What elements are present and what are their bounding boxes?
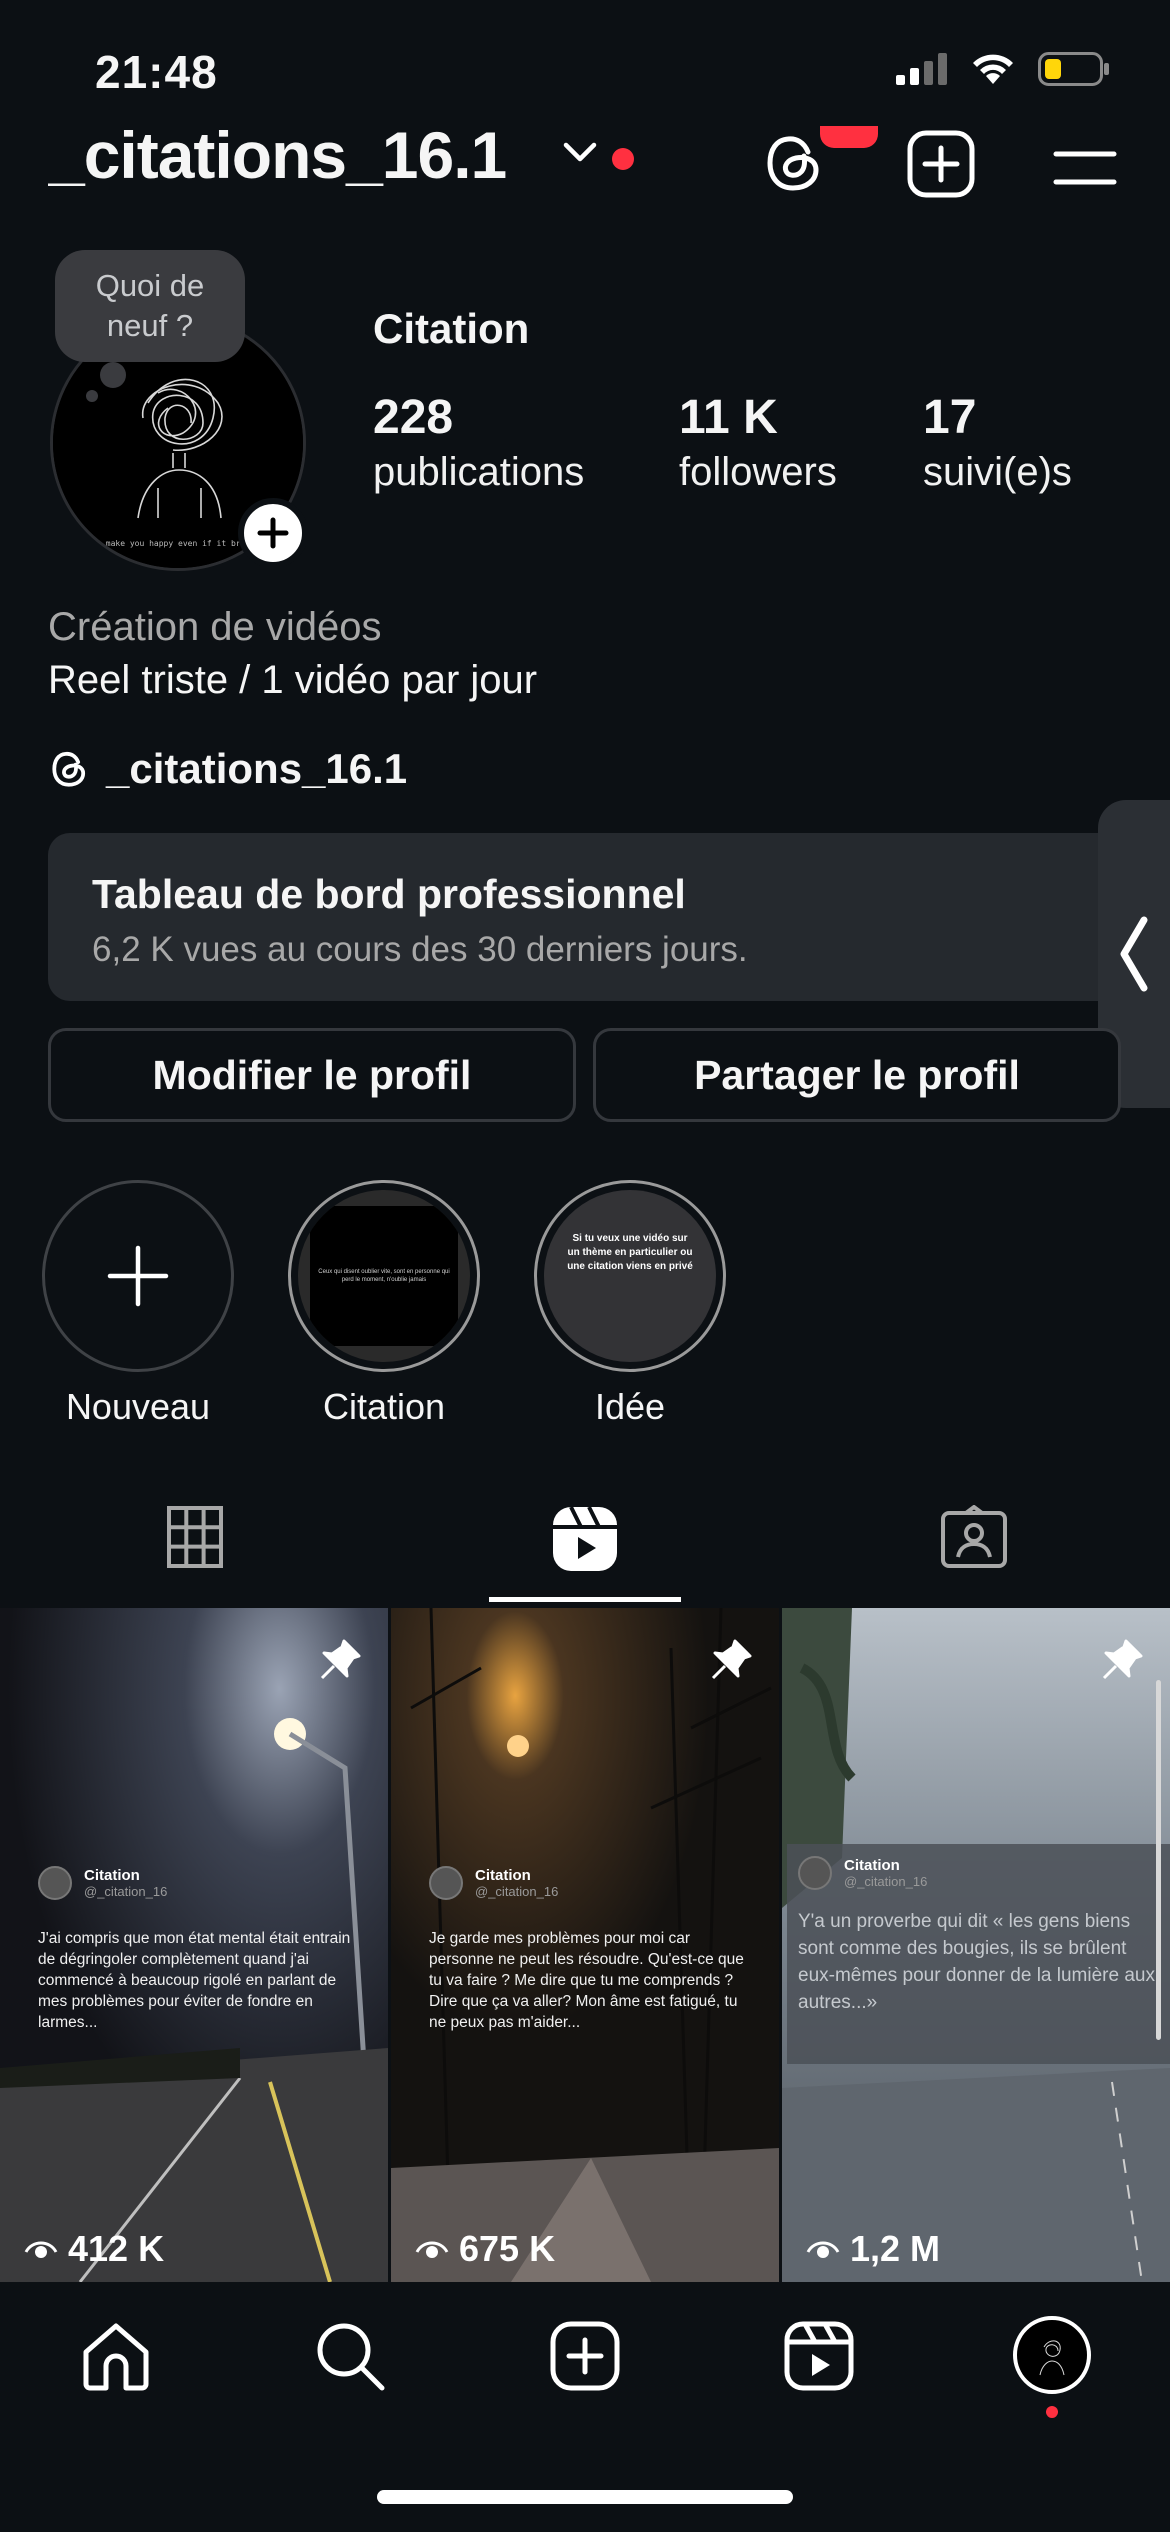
note-bubble-tail [100, 362, 126, 388]
threads-icon [52, 751, 86, 787]
quote-avatar [429, 1866, 463, 1900]
menu-icon[interactable] [1052, 150, 1118, 186]
threads-handle: _citations_16.1 [106, 745, 408, 792]
view-count: 675 K [415, 2228, 555, 2270]
quote-text: Y'a un proverbe qui dit « les gens biens… [798, 1911, 1155, 2013]
quote-author-handle: @_citation_16 [84, 1884, 168, 1899]
quote-avatar [38, 1866, 72, 1900]
dashboard-title: Tableau de bord professionnel [92, 871, 686, 917]
highlight-cover-text: Ceux qui disent oublier vite, sont en pe… [318, 1269, 450, 1283]
quote-card: Citation @_citation_16 J'ai compris que … [38, 1866, 358, 2033]
edit-profile-button[interactable]: Modifier le profil [48, 1028, 576, 1122]
quote-author-name: Citation [84, 1867, 140, 1884]
note-bubble[interactable]: Quoi de neuf ? [55, 250, 245, 362]
add-story-button[interactable] [238, 498, 308, 568]
battery-icon [1038, 52, 1109, 86]
view-count: 1,2 M [806, 2228, 940, 2270]
status-time: 21:48 [95, 46, 218, 98]
highlight-label: Idée [594, 1386, 666, 1427]
profile-bio: Reel triste / 1 vidéo par jour [48, 658, 538, 702]
quote-text: J'ai compris que mon état mental était e… [38, 1930, 351, 2031]
quote-card: Citation @_citation_16 Y'a un proverbe q… [798, 1856, 1164, 2016]
dashboard-subtitle: 6,2 K vues au cours des 30 derniers jour… [92, 930, 748, 969]
profile-username[interactable]: _citations_16.1 [48, 118, 506, 196]
add-icon[interactable] [905, 128, 977, 200]
home-icon[interactable] [80, 2320, 152, 2392]
tagged-icon[interactable] [940, 1505, 1008, 1569]
reels-tab-icon[interactable] [551, 1505, 619, 1573]
plus-icon [257, 517, 289, 549]
followers-stat[interactable]: 11 K followers [679, 390, 837, 498]
quote-author-name: Citation [475, 1867, 531, 1884]
following-count: 17 [923, 391, 977, 444]
quote-card: Citation @_citation_16 Je garde mes prob… [429, 1866, 749, 2033]
highlight-label: Nouveau [65, 1386, 211, 1427]
reels-icon[interactable] [783, 2320, 855, 2392]
home-indicator [377, 2490, 793, 2504]
wifi-icon [973, 54, 1013, 84]
view-count-value: 675 K [459, 2228, 556, 2269]
chevron-down-icon[interactable] [562, 140, 598, 164]
view-count: 412 K [24, 2228, 164, 2270]
quote-author-name: Citation [844, 1857, 900, 1874]
highlight-ring [42, 1180, 234, 1372]
highlight-cover: Ceux qui disent oublier vite, sont en pe… [298, 1190, 470, 1362]
create-icon[interactable] [549, 2320, 621, 2392]
quote-avatar [798, 1856, 832, 1890]
posts-stat[interactable]: 228 publications [373, 390, 584, 498]
quote-author-handle: @_citation_16 [844, 1874, 928, 1889]
threads-profile-link[interactable]: _citations_16.1 [48, 745, 407, 793]
reel-tile[interactable]: Citation @_citation_16 Y'a un proverbe q… [782, 1608, 1170, 2282]
highlight-ring: Si tu veux une vidéo sur un thème en par… [534, 1180, 726, 1372]
search-icon[interactable] [314, 2320, 386, 2392]
followers-label: followers [679, 450, 837, 494]
highlight-citation[interactable]: Ceux qui disent oublier vite, sont en pe… [288, 1180, 480, 1428]
avatar-illustration [1022, 2325, 1082, 2385]
notification-dot [612, 148, 634, 170]
view-count-value: 1,2 M [850, 2228, 941, 2269]
highlight-new[interactable]: Nouveau [42, 1180, 234, 1428]
note-bubble-tail-small [86, 390, 98, 402]
threads-badge [820, 126, 878, 148]
reel-tile[interactable]: Citation @_citation_16 Je garde mes prob… [391, 1608, 779, 2282]
active-tab-indicator [489, 1597, 681, 1602]
reel-tile[interactable]: Citation @_citation_16 J'ai compris que … [0, 1608, 388, 2282]
profile-category: Création de vidéos [48, 605, 382, 649]
pin-icon [1102, 1639, 1143, 1680]
threads-icon[interactable] [760, 128, 830, 198]
pin-icon [320, 1639, 361, 1680]
eye-icon [806, 2241, 840, 2258]
chevron-left-icon [1120, 916, 1148, 992]
posts-count: 228 [373, 391, 454, 444]
eye-icon [415, 2241, 449, 2258]
following-stat[interactable]: 17 suivi(e)s [923, 390, 1072, 498]
grid-icon[interactable] [166, 1505, 224, 1569]
highlight-label: Citation [322, 1386, 446, 1427]
status-icons [896, 52, 1110, 86]
view-count-value: 412 K [68, 2228, 165, 2269]
highlight-cover-text: Si tu veux une vidéo sur un thème en par… [567, 1233, 693, 1272]
quote-author-handle: @_citation_16 [475, 1884, 559, 1899]
notification-dot [1046, 2406, 1058, 2418]
highlight-ring: Ceux qui disent oublier vite, sont en pe… [288, 1180, 480, 1372]
pin-icon [711, 1639, 752, 1680]
scrollbar[interactable] [1156, 1680, 1161, 2040]
highlight-cover: Si tu veux une vidéo sur un thème en par… [544, 1190, 716, 1362]
followers-count: 11 K [679, 391, 778, 444]
professional-dashboard[interactable]: Tableau de bord professionnel 6,2 K vues… [48, 833, 1120, 1001]
posts-label: publications [373, 450, 585, 494]
plus-icon [107, 1245, 169, 1307]
signal-icon [896, 53, 947, 85]
quote-text: Je garde mes problèmes pour moi car pers… [429, 1930, 744, 2031]
following-label: suivi(e)s [923, 450, 1072, 494]
share-profile-button[interactable]: Partager le profil [593, 1028, 1121, 1122]
eye-icon [24, 2241, 58, 2258]
display-name: Citation [373, 305, 530, 352]
profile-avatar-nav[interactable] [1013, 2316, 1091, 2394]
highlight-idea[interactable]: Si tu veux une vidéo sur un thème en par… [534, 1180, 726, 1428]
